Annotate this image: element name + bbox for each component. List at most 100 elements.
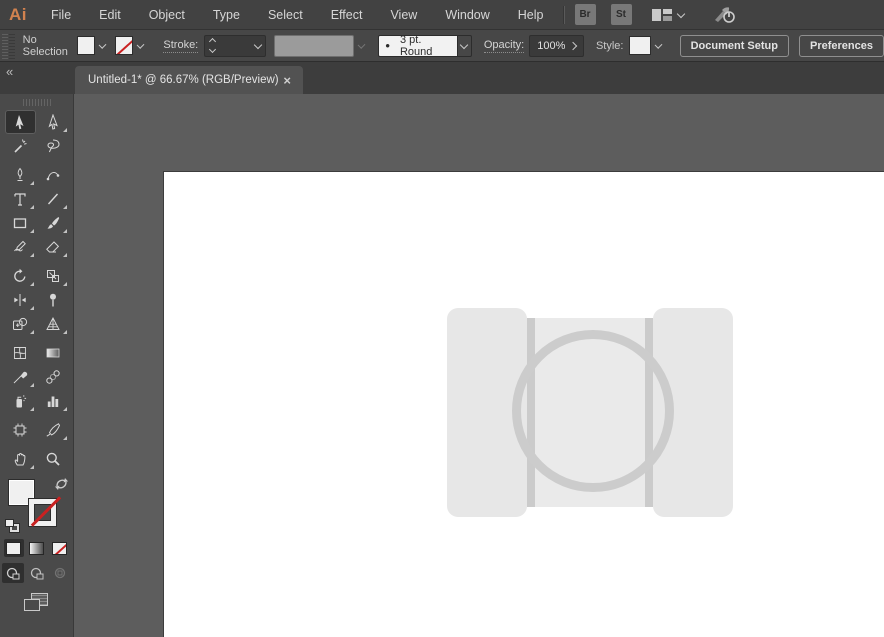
curvature-tool[interactable] bbox=[38, 163, 69, 187]
puppet-warp-tool[interactable] bbox=[38, 288, 69, 312]
fill-chevron-icon[interactable] bbox=[98, 40, 107, 49]
stroke-weight-chevron-icon[interactable] bbox=[253, 40, 263, 49]
tool-row bbox=[0, 288, 73, 312]
artboard-tool[interactable] bbox=[5, 418, 36, 442]
menu-item-select[interactable]: Select bbox=[254, 0, 317, 29]
flyout-triangle-icon bbox=[62, 407, 67, 411]
brush-definition-field[interactable]: • 3 pt. Round bbox=[378, 34, 458, 58]
gradient-button[interactable] bbox=[27, 539, 47, 557]
zoom-tool[interactable] bbox=[38, 447, 69, 471]
placeholder-circle[interactable] bbox=[512, 330, 674, 492]
stock-button[interactable]: St bbox=[610, 4, 632, 25]
gradient-tool[interactable] bbox=[38, 341, 69, 365]
flyout-triangle-icon bbox=[29, 205, 34, 209]
brush-chevron-button[interactable] bbox=[457, 34, 472, 57]
draw-normal-button[interactable] bbox=[1, 563, 24, 583]
slice-tool[interactable] bbox=[38, 418, 69, 442]
color-button[interactable] bbox=[3, 539, 24, 557]
menu-item-object[interactable]: Object bbox=[135, 0, 199, 29]
tool-row bbox=[0, 235, 73, 259]
tools-panel-grip[interactable] bbox=[22, 99, 51, 106]
fill-color-swatch[interactable] bbox=[77, 36, 96, 55]
symbol-sprayer-tool[interactable] bbox=[5, 389, 36, 413]
width-tool[interactable] bbox=[5, 288, 36, 312]
style-chevron-icon[interactable] bbox=[655, 40, 663, 49]
selection-tool[interactable] bbox=[4, 110, 36, 134]
document-tab[interactable]: Untitled-1* @ 66.67% (RGB/Preview) × bbox=[75, 66, 303, 94]
rotate-tool[interactable] bbox=[5, 264, 36, 288]
rectangle-tool[interactable] bbox=[5, 211, 36, 235]
gpu-performance-icon bbox=[714, 6, 735, 23]
type-tool[interactable] bbox=[5, 187, 36, 211]
flyout-triangle-icon bbox=[62, 253, 67, 257]
tool-row bbox=[0, 418, 73, 442]
stroke-weight-stepper[interactable] bbox=[205, 37, 220, 54]
menu-item-view[interactable]: View bbox=[376, 0, 431, 29]
opacity-input[interactable]: 100% bbox=[529, 34, 584, 57]
flyout-triangle-icon bbox=[62, 282, 67, 286]
flyout-triangle-icon bbox=[29, 282, 34, 286]
style-swatch[interactable] bbox=[629, 36, 652, 55]
stepper-up-icon[interactable] bbox=[209, 37, 217, 46]
document-tab-title: Untitled-1* @ 66.67% (RGB/Preview) bbox=[88, 74, 279, 86]
canvas-area[interactable] bbox=[75, 94, 884, 637]
pen-tool[interactable] bbox=[5, 163, 36, 187]
toolbar-collapse-button[interactable]: « bbox=[0, 62, 75, 94]
stroke-color-swatch[interactable] bbox=[115, 36, 134, 55]
blend-tool[interactable] bbox=[38, 365, 69, 389]
flyout-triangle-icon bbox=[29, 229, 34, 233]
swap-fill-stroke-button[interactable] bbox=[54, 477, 69, 496]
menu-item-effect[interactable]: Effect bbox=[317, 0, 377, 29]
direct-selection-tool[interactable] bbox=[38, 110, 69, 134]
menu-item-help[interactable]: Help bbox=[504, 0, 558, 29]
screen-mode-button[interactable] bbox=[23, 593, 50, 613]
perspective-grid-tool[interactable] bbox=[38, 312, 69, 336]
shape-builder-tool[interactable] bbox=[5, 312, 36, 336]
bridge-button[interactable]: Br bbox=[574, 4, 596, 25]
opacity-flyout-icon[interactable] bbox=[568, 41, 578, 50]
mesh-tool[interactable] bbox=[5, 341, 36, 365]
hand-tool[interactable] bbox=[5, 447, 36, 471]
paintbrush-tool[interactable] bbox=[38, 211, 69, 235]
document-setup-button[interactable]: Document Setup bbox=[679, 34, 789, 57]
tool-row bbox=[0, 365, 73, 389]
chevron-down-icon bbox=[676, 9, 685, 18]
stroke-chevron-icon[interactable] bbox=[136, 40, 145, 49]
opacity-panel-label[interactable]: Opacity: bbox=[483, 39, 525, 53]
width-profile-chevron-icon bbox=[357, 40, 366, 49]
shaper-tool[interactable] bbox=[5, 235, 36, 259]
lasso-tool[interactable] bbox=[38, 134, 69, 158]
tab-close-icon[interactable]: × bbox=[279, 74, 295, 87]
collapse-chevrons-icon: « bbox=[6, 64, 14, 79]
eraser-tool[interactable] bbox=[38, 235, 69, 259]
menu-item-type[interactable]: Type bbox=[199, 0, 254, 29]
none-button[interactable] bbox=[50, 539, 70, 557]
menu-items: File Edit Object Type Select Effect View Window… bbox=[37, 0, 558, 29]
stepper-down-icon[interactable] bbox=[209, 45, 217, 54]
menu-item-edit[interactable]: Edit bbox=[85, 0, 135, 29]
stroke-weight-combo[interactable] bbox=[204, 34, 267, 57]
flyout-triangle-icon bbox=[62, 128, 67, 132]
preferences-button[interactable]: Preferences bbox=[798, 34, 884, 57]
control-bar-grip[interactable] bbox=[2, 32, 8, 59]
tool-row bbox=[0, 312, 73, 336]
default-fill-stroke-button[interactable] bbox=[5, 519, 19, 532]
scale-tool[interactable] bbox=[38, 264, 69, 288]
magic-wand-tool[interactable] bbox=[5, 134, 36, 158]
drawing-mode-buttons bbox=[0, 563, 73, 583]
draw-inside-button bbox=[50, 563, 72, 583]
swap-arrows-icon bbox=[55, 478, 68, 490]
draw-behind-button[interactable] bbox=[26, 563, 48, 583]
none-slash-icon bbox=[53, 542, 66, 554]
gpu-performance-button[interactable] bbox=[712, 6, 736, 24]
stroke-panel-label[interactable]: Stroke: bbox=[163, 39, 199, 53]
eyedropper-tool[interactable] bbox=[5, 365, 36, 389]
column-graph-tool[interactable] bbox=[38, 389, 69, 413]
brush-preview-icon: • bbox=[385, 38, 390, 53]
menu-item-window[interactable]: Window bbox=[431, 0, 503, 29]
tools-panel bbox=[0, 94, 74, 637]
line-segment-tool[interactable] bbox=[38, 187, 69, 211]
menu-item-file[interactable]: File bbox=[37, 0, 85, 29]
flyout-triangle-icon bbox=[29, 306, 34, 310]
workspace-switcher[interactable] bbox=[651, 7, 688, 23]
